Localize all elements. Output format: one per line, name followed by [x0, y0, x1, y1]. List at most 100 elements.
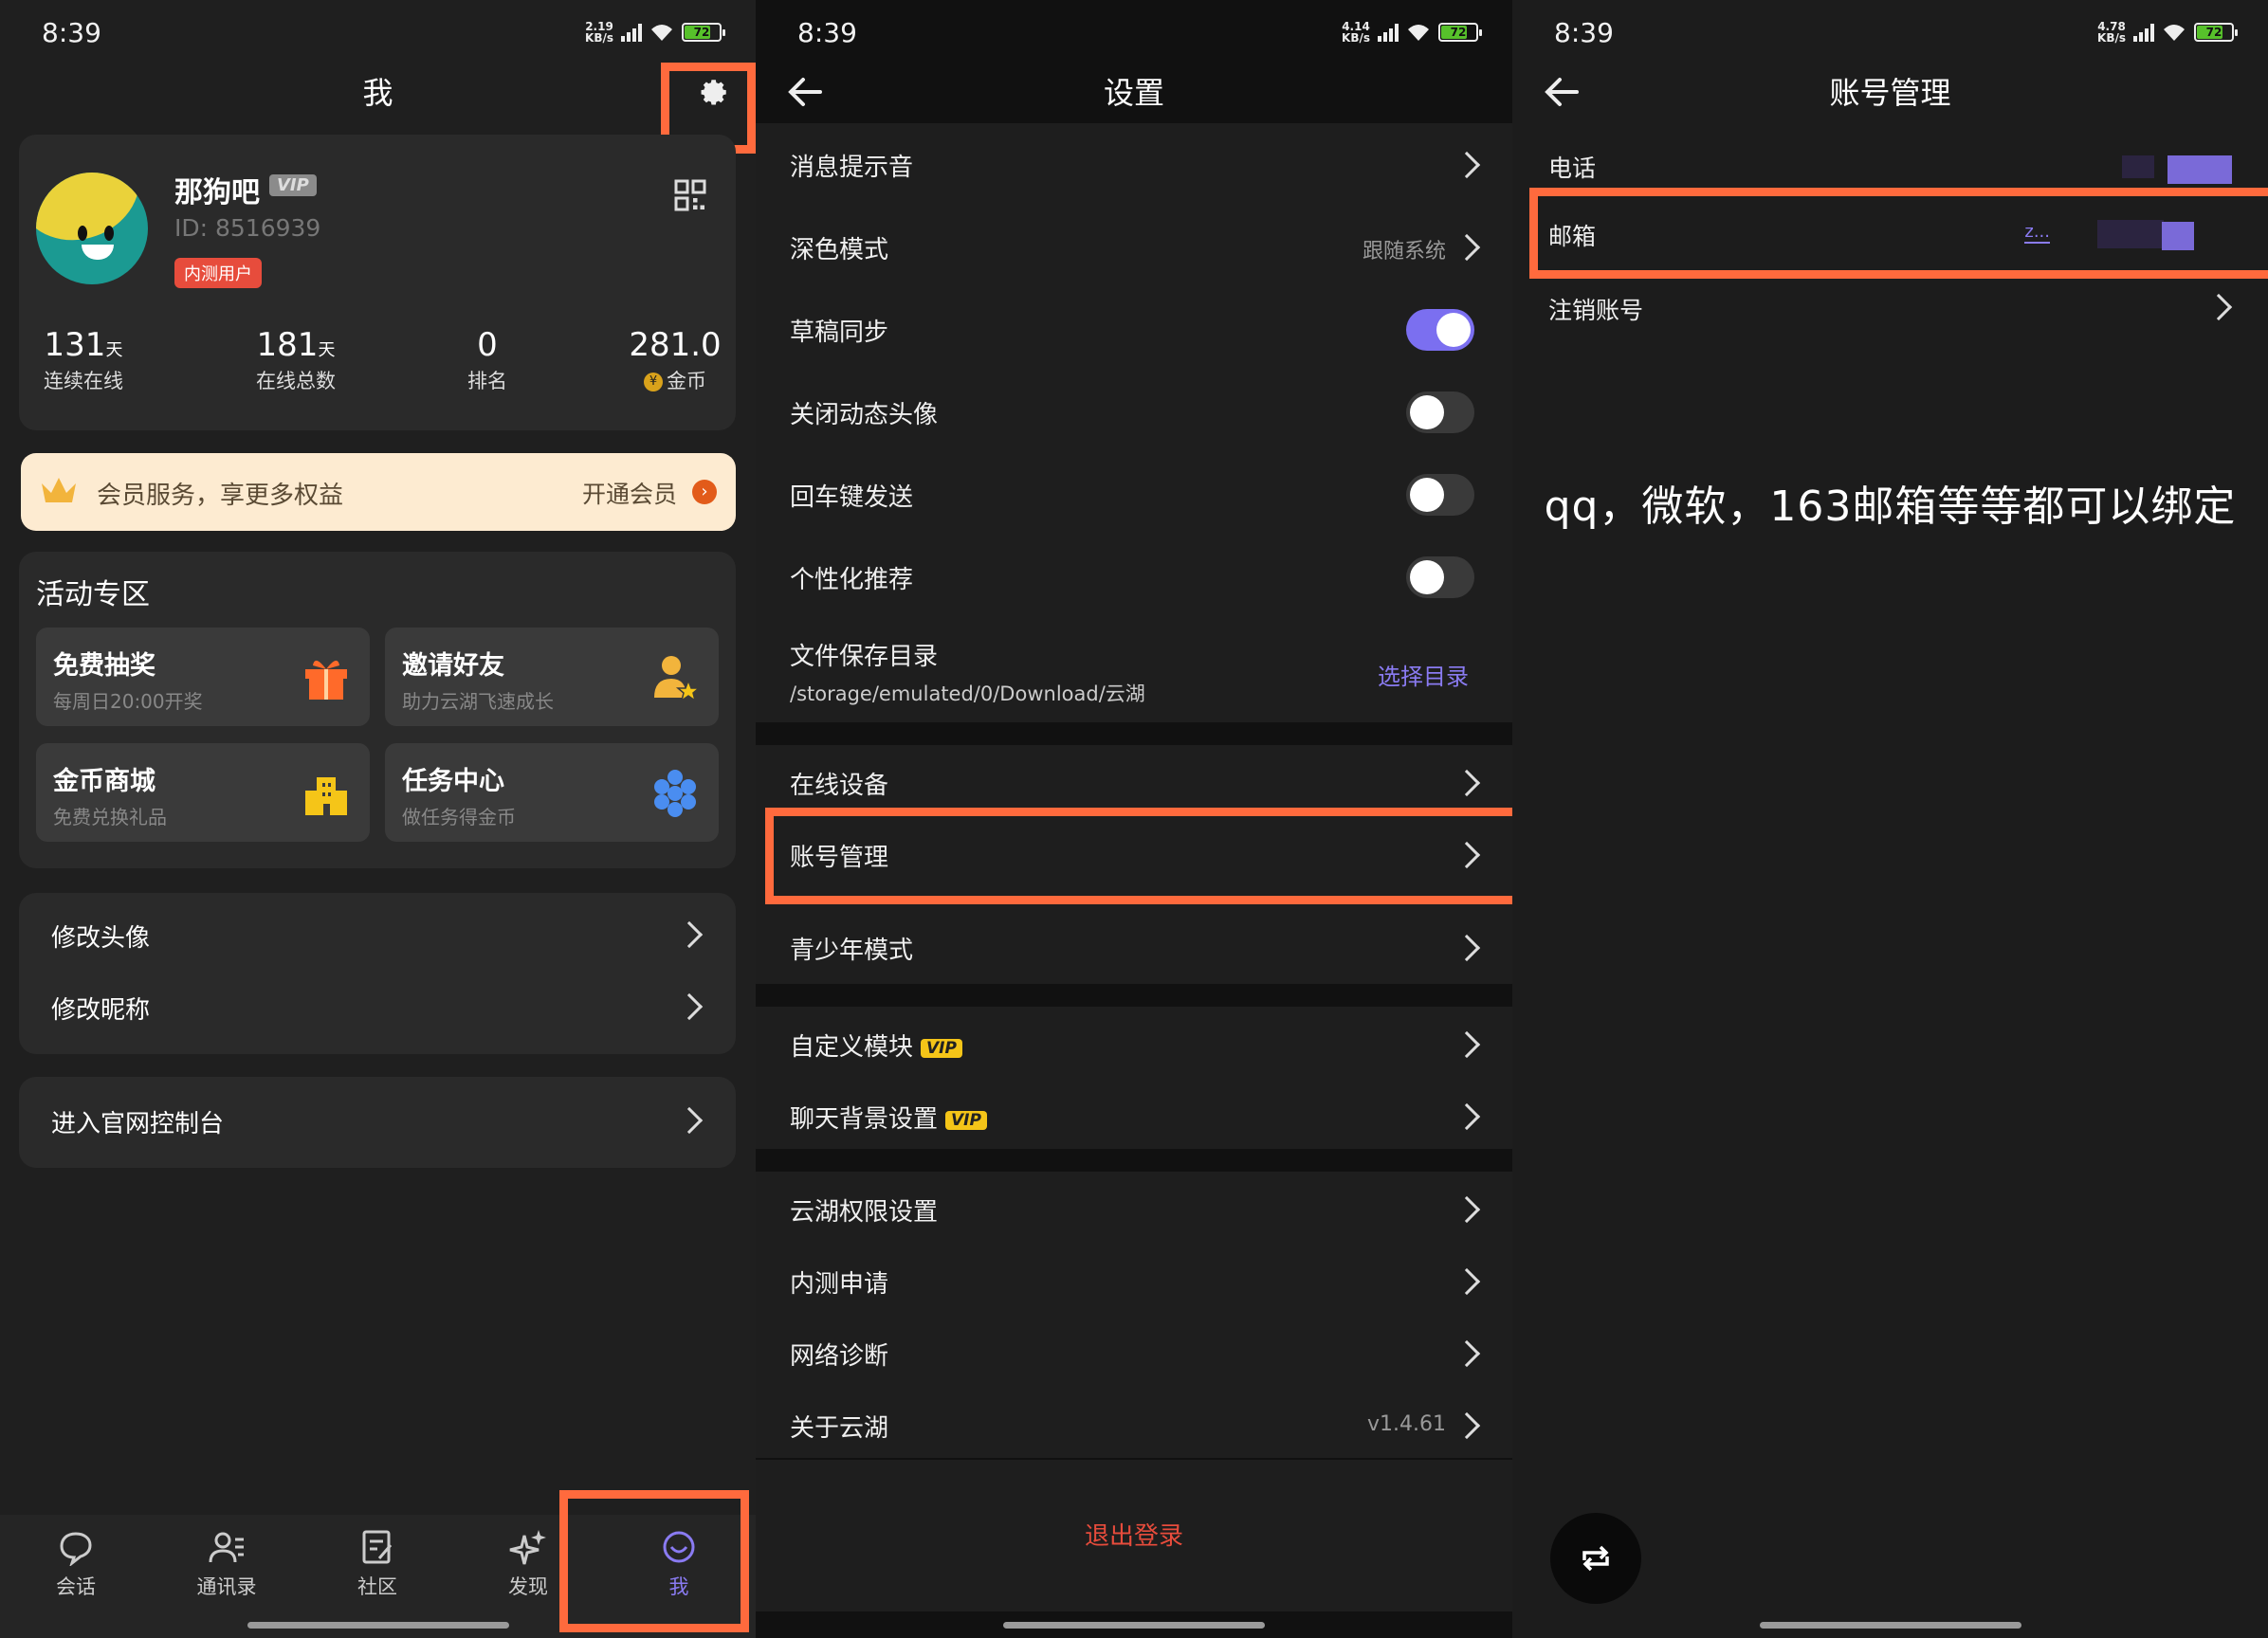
status-time: 8:39 [797, 17, 857, 48]
tab-contacts[interactable]: 通讯录 [170, 1528, 284, 1600]
settings-group-vip: 自定义模块 VIP 聊天背景设置 VIP [756, 1007, 1512, 1149]
battery-icon: 72 [1438, 23, 1482, 42]
draft-sync-toggle[interactable] [1406, 309, 1474, 351]
vip-banner[interactable]: 会员服务，享更多权益 开通会员 › [21, 453, 736, 531]
setting-disable-animated-avatar: 关闭动态头像 [756, 371, 1512, 452]
user-star-icon [654, 656, 702, 702]
page-title: 我 [362, 75, 393, 111]
status-icons: 4.14 KB/s 72 [1342, 21, 1482, 44]
vip-badge: VIP [921, 1038, 962, 1058]
tab-discover[interactable]: 发现 [471, 1528, 585, 1600]
edit-icon [362, 1530, 393, 1564]
wifi-icon [1408, 25, 1429, 41]
stat-coins: 281.0 ¥ 金币 [629, 326, 722, 392]
vip-badge: VIP [945, 1110, 987, 1130]
enter-send-toggle[interactable] [1406, 474, 1474, 516]
settings-group-account: 在线设备 账号管理 青少年模式 [756, 745, 1512, 984]
crown-icon [42, 478, 76, 502]
signal-icon [621, 23, 642, 42]
chevron-right-icon [1453, 1267, 1481, 1296]
sparkle-icon [509, 1530, 546, 1565]
status-time: 8:39 [1554, 17, 1614, 48]
setting-beta-apply[interactable]: 内测申请 [756, 1244, 1512, 1316]
chevron-right-icon [1453, 1102, 1481, 1131]
user-id: ID: 8516939 [174, 214, 321, 242]
vip-badge: VIP [269, 174, 317, 196]
net-speed: 2.19 KB/s [585, 20, 613, 45]
signal-icon [2133, 23, 2154, 42]
home-indicator [247, 1622, 509, 1629]
tile-invite[interactable]: 邀请好友 助力云湖飞速成长 [385, 628, 719, 726]
battery-icon: 72 [682, 23, 725, 42]
open-vip-button[interactable]: 开通会员 [582, 476, 677, 510]
tab-chat[interactable]: 会话 [19, 1528, 133, 1600]
menu-open-console[interactable]: 进入官网控制台 [51, 1086, 737, 1156]
setting-online-devices[interactable]: 在线设备 [756, 745, 1512, 817]
annotation-note: qq，微软，163邮箱等等都可以绑定 [1544, 482, 2237, 531]
logout-button[interactable]: 退出登录 [756, 1517, 1512, 1552]
setting-network-diagnosis[interactable]: 网络诊断 [756, 1316, 1512, 1388]
qr-code-icon[interactable] [673, 178, 707, 212]
tab-me[interactable]: 我 [622, 1528, 736, 1600]
home-indicator [1759, 1622, 2021, 1629]
file-directory-path: /storage/emulated/0/Download/云湖 [790, 682, 1145, 705]
arrow-right-icon[interactable]: › [692, 480, 717, 504]
email-value-redacted [2097, 220, 2164, 248]
gift-icon [305, 660, 347, 700]
wifi-icon [651, 25, 672, 41]
float-action-button[interactable] [1550, 1513, 1641, 1604]
tile-lottery[interactable]: 免费抽奖 每周日20:00开奖 [36, 628, 370, 726]
setting-chat-background[interactable]: 聊天背景设置 VIP [756, 1079, 1512, 1151]
chevron-right-icon [2204, 293, 2233, 321]
avatar[interactable] [36, 173, 148, 284]
chat-icon [60, 1532, 92, 1568]
chevron-right-icon [1453, 1195, 1481, 1224]
setting-dark-mode[interactable]: 深色模式 跟随系统 [756, 206, 1512, 287]
stat-total: 181天 在线总数 [256, 326, 336, 392]
chevron-right-icon [1453, 233, 1481, 262]
vip-banner-text: 会员服务，享更多权益 [97, 482, 344, 510]
net-speed: 4.78 KB/s [2097, 20, 2126, 45]
page-title: 设置 [1103, 75, 1164, 111]
battery-icon: 72 [2194, 23, 2238, 42]
settings-gear-icon[interactable] [698, 76, 730, 108]
setting-permissions[interactable]: 云湖权限设置 [756, 1172, 1512, 1244]
status-time: 8:39 [42, 17, 101, 48]
chevron-right-icon [1453, 934, 1481, 962]
phone-value-redacted [2167, 155, 2232, 184]
account-row-email[interactable]: 邮箱 z... [1512, 201, 2268, 267]
setting-about[interactable]: 关于云湖 v1.4.61 [756, 1388, 1512, 1460]
wifi-icon [2164, 25, 2185, 41]
tile-task-center[interactable]: 任务中心 做任务得金币 [385, 743, 719, 842]
setting-custom-module[interactable]: 自定义模块 VIP [756, 1007, 1512, 1079]
menu-edit-avatar[interactable]: 修改头像 [51, 901, 737, 971]
tile-coin-store[interactable]: 金币商城 免费兑换礼品 [36, 743, 370, 842]
activity-title: 活动专区 [36, 578, 150, 611]
user-name: 那狗吧 [174, 176, 260, 209]
setting-notification-sound[interactable]: 消息提示音 [756, 123, 1512, 205]
settings-screen: 8:39 4.14 KB/s 72 设置 消息提示音 深色模式 跟随系统 草稿同步 … [756, 0, 1512, 1638]
setting-draft-sync: 草稿同步 [756, 288, 1512, 370]
stat-consecutive: 131天 连续在线 [44, 326, 123, 392]
hexagons-icon [654, 770, 696, 817]
status-bar: 8:39 2.19 KB/s 72 [0, 0, 756, 66]
account-management-screen: 8:39 4.78 KB/s 72 账号管理 电话 邮箱 z... 注销账号 qq… [1512, 0, 2268, 1638]
setting-enter-to-send: 回车键发送 [756, 453, 1512, 535]
status-icons: 4.78 KB/s 72 [2097, 20, 2238, 45]
account-row-phone[interactable]: 电话 [1512, 133, 2268, 199]
choose-directory-button[interactable]: 选择目录 [1378, 658, 1469, 691]
home-indicator [1003, 1622, 1265, 1629]
setting-personalized-recommendation: 个性化推荐 [756, 536, 1512, 617]
menu-edit-nickname[interactable]: 修改昵称 [51, 973, 737, 1043]
phone-value-redacted [2122, 155, 2154, 178]
account-row-delete[interactable]: 注销账号 [1512, 275, 2268, 341]
chevron-right-icon [675, 1106, 704, 1135]
animated-avatar-toggle[interactable] [1406, 391, 1474, 433]
tab-community[interactable]: 社区 [320, 1528, 434, 1600]
recommendation-toggle[interactable] [1406, 556, 1474, 598]
contacts-icon [209, 1532, 244, 1563]
setting-teen-mode[interactable]: 青少年模式 [756, 910, 1512, 982]
profile-screen: 8:39 2.19 KB/s 72 我 那狗吧 VIP ID: 8516939 内… [0, 0, 756, 1638]
setting-account-management[interactable]: 账号管理 [756, 817, 1512, 889]
chevron-right-icon [1453, 1030, 1481, 1059]
